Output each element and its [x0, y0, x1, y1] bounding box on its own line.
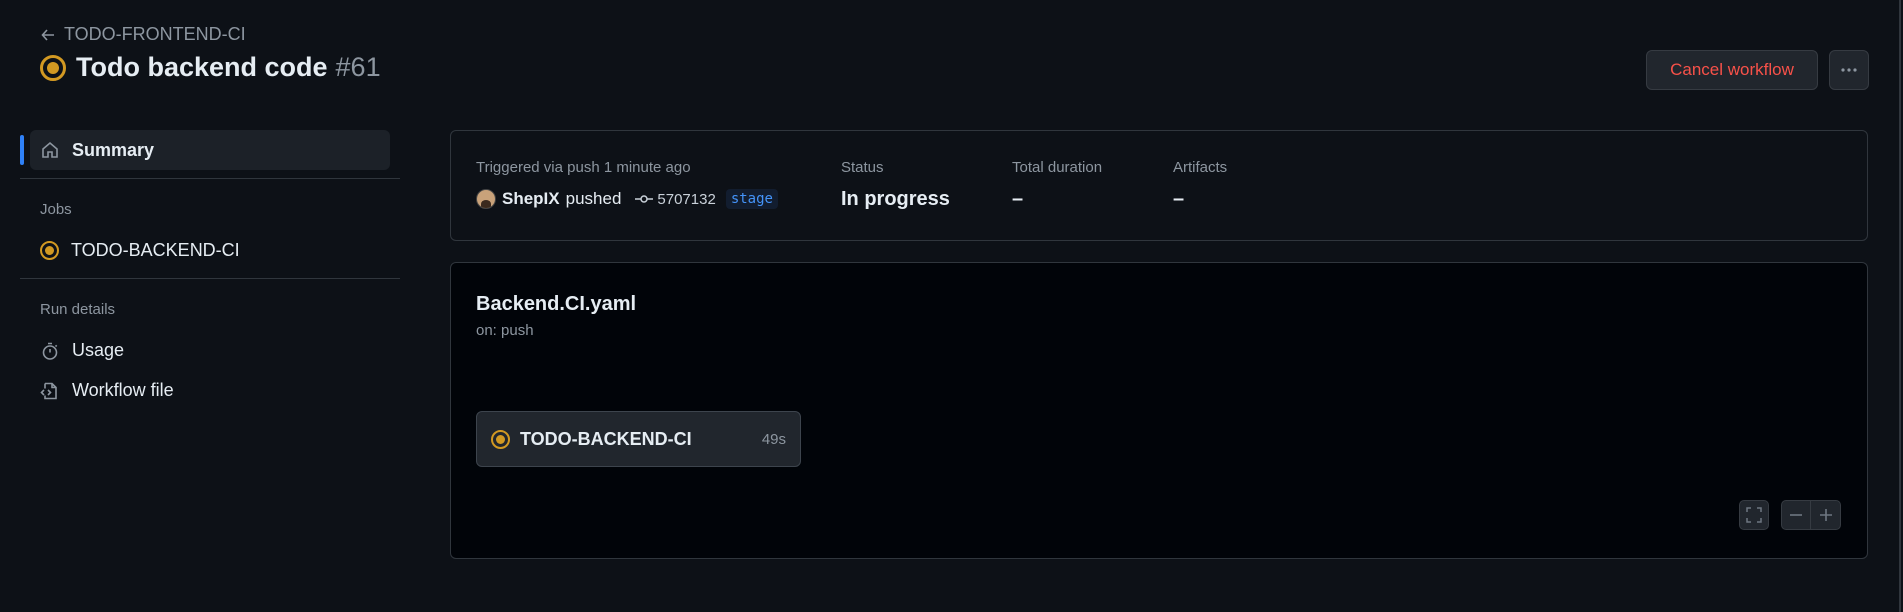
fullscreen-button[interactable]	[1739, 500, 1769, 530]
trigger-details: ShepIX pushed 5707132 stage	[476, 189, 778, 209]
trigger-text: Triggered via push 1 minute ago	[476, 159, 691, 176]
sidebar-item-label: TODO-BACKEND-CI	[71, 240, 240, 260]
commit-sha: 5707132	[657, 190, 716, 208]
branch-label[interactable]: stage	[725, 189, 778, 209]
sidebar-item-usage[interactable]: Usage	[40, 340, 124, 361]
minus-icon	[1790, 514, 1802, 516]
run-title: Todo backend code	[76, 52, 328, 82]
workflow-graph: Backend.CI.yaml on: push TODO-BACKEND-CI…	[450, 262, 1868, 559]
back-link-label: TODO-FRONTEND-CI	[64, 24, 246, 44]
avatar[interactable]	[476, 189, 496, 209]
run-number: #61	[335, 52, 381, 82]
artifacts-value: –	[1173, 188, 1185, 210]
jobs-heading: Jobs	[40, 201, 72, 218]
commit-link[interactable]: 5707132	[635, 190, 716, 208]
arrow-left-icon	[41, 28, 54, 41]
actor-name[interactable]: ShepIX	[502, 189, 560, 209]
job-node[interactable]: TODO-BACKEND-CI 49s	[476, 411, 801, 467]
status-value: In progress	[841, 188, 950, 210]
cancel-workflow-button[interactable]: Cancel workflow	[1646, 50, 1818, 90]
plus-icon	[1819, 509, 1832, 521]
in-progress-icon	[40, 241, 59, 260]
run-summary-card: Triggered via push 1 minute ago ShepIX p…	[450, 130, 1868, 241]
job-node-duration: 49s	[761, 430, 786, 448]
stopwatch-icon	[42, 342, 58, 360]
fullscreen-icon	[1746, 507, 1762, 523]
action-text: pushed	[565, 189, 622, 208]
git-commit-icon	[635, 195, 654, 203]
home-icon	[42, 141, 58, 158]
artifacts-label: Artifacts	[1173, 159, 1228, 176]
duration-value: –	[1012, 188, 1024, 210]
sidebar-item-label: Summary	[72, 139, 155, 160]
duration-label: Total duration	[1012, 159, 1103, 176]
active-indicator	[20, 135, 24, 165]
sidebar-divider	[20, 278, 400, 279]
run-details-heading: Run details	[40, 301, 116, 318]
workflow-trigger: on: push	[476, 322, 534, 339]
sidebar-item-label: Usage	[72, 340, 125, 360]
window-edge	[1899, 0, 1901, 612]
in-progress-icon	[40, 54, 66, 81]
file-code-icon	[40, 382, 57, 399]
sidebar-divider	[20, 178, 400, 179]
zoom-out-button[interactable]	[1781, 500, 1811, 530]
page-title: Todo backend code #61	[40, 52, 381, 83]
more-options-button[interactable]	[1829, 50, 1869, 90]
status-label: Status	[841, 159, 884, 176]
kebab-horizontal-icon	[1841, 68, 1857, 72]
zoom-controls	[1781, 500, 1841, 530]
sidebar-item-label: Workflow file	[72, 380, 174, 400]
sidebar-item-job[interactable]: TODO-BACKEND-CI	[40, 240, 240, 261]
job-node-name: TODO-BACKEND-CI	[520, 428, 692, 449]
workflow-file-name[interactable]: Backend.CI.yaml	[476, 293, 636, 316]
in-progress-icon	[491, 429, 510, 449]
sidebar-item-workflow-file[interactable]: Workflow file	[40, 380, 174, 401]
back-link[interactable]: TODO-FRONTEND-CI	[40, 24, 246, 45]
sidebar-item-summary[interactable]: Summary	[20, 130, 390, 170]
zoom-in-button[interactable]	[1811, 500, 1841, 530]
